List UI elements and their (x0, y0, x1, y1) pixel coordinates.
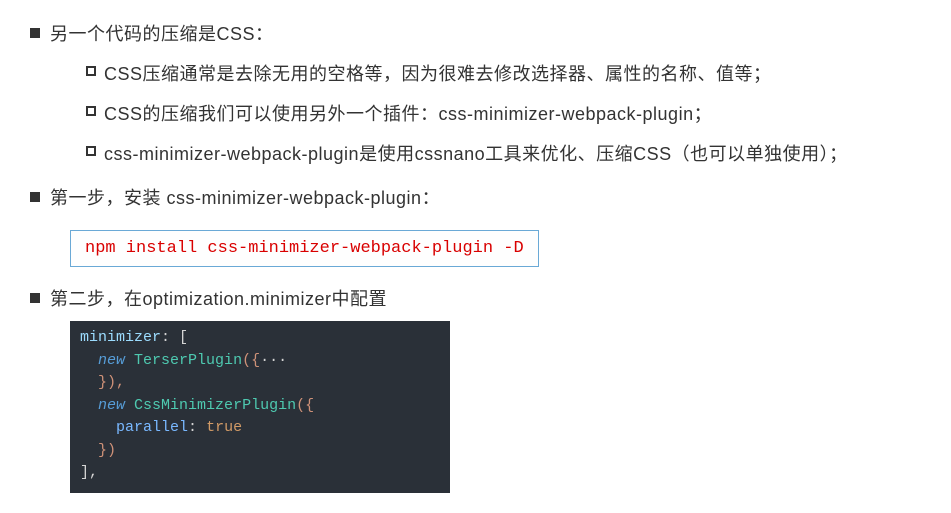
section1-title: 另一个代码的压缩是CSS： (50, 20, 274, 46)
list-item-l1: 第一步，安装 css-minimizer-webpack-plugin： (30, 184, 921, 210)
section1-sub2: CSS的压缩我们可以使用另外一个插件：css-minimizer-webpack… (104, 100, 712, 126)
square-solid-icon (30, 192, 40, 202)
square-hollow-icon (86, 106, 96, 116)
list-item-l2: CSS的压缩我们可以使用另外一个插件：css-minimizer-webpack… (86, 100, 921, 126)
square-solid-icon (30, 28, 40, 38)
code-block: minimizer: [ new TerserPlugin({··· }), n… (70, 321, 450, 493)
section1-sub1: CSS压缩通常是去除无用的空格等，因为很难去修改选择器、属性的名称、值等； (104, 60, 772, 86)
section1-sub3: css-minimizer-webpack-plugin是使用cssnano工具… (104, 140, 848, 166)
code-token: ({ (296, 397, 314, 414)
code-token: new (98, 352, 125, 369)
list-item-l1: 另一个代码的压缩是CSS： (30, 20, 921, 46)
section2-title: 第一步，安装 css-minimizer-webpack-plugin： (50, 184, 440, 210)
list-item-l2: CSS压缩通常是去除无用的空格等，因为很难去修改选择器、属性的名称、值等； (86, 60, 921, 86)
code-token: parallel (116, 419, 188, 436)
code-token: ··· (260, 352, 287, 369)
square-hollow-icon (86, 66, 96, 76)
code-token: new (98, 397, 125, 414)
code-token: TerserPlugin (134, 352, 242, 369)
code-token: CssMinimizerPlugin (134, 397, 296, 414)
code-token: ({ (242, 352, 260, 369)
code-token: }) (98, 442, 116, 459)
command-box: npm install css-minimizer-webpack-plugin… (70, 230, 539, 267)
list-item-l2: css-minimizer-webpack-plugin是使用cssnano工具… (86, 140, 921, 166)
code-token: : (188, 419, 197, 436)
code-token: : [ (161, 329, 188, 346)
code-token: ], (80, 464, 98, 481)
code-token: }), (98, 374, 125, 391)
list-item-l1: 第二步，在optimization.minimizer中配置 (30, 285, 921, 311)
section3-title: 第二步，在optimization.minimizer中配置 (50, 285, 387, 311)
code-token: true (206, 419, 242, 436)
code-token: minimizer (80, 329, 161, 346)
square-solid-icon (30, 293, 40, 303)
square-hollow-icon (86, 146, 96, 156)
